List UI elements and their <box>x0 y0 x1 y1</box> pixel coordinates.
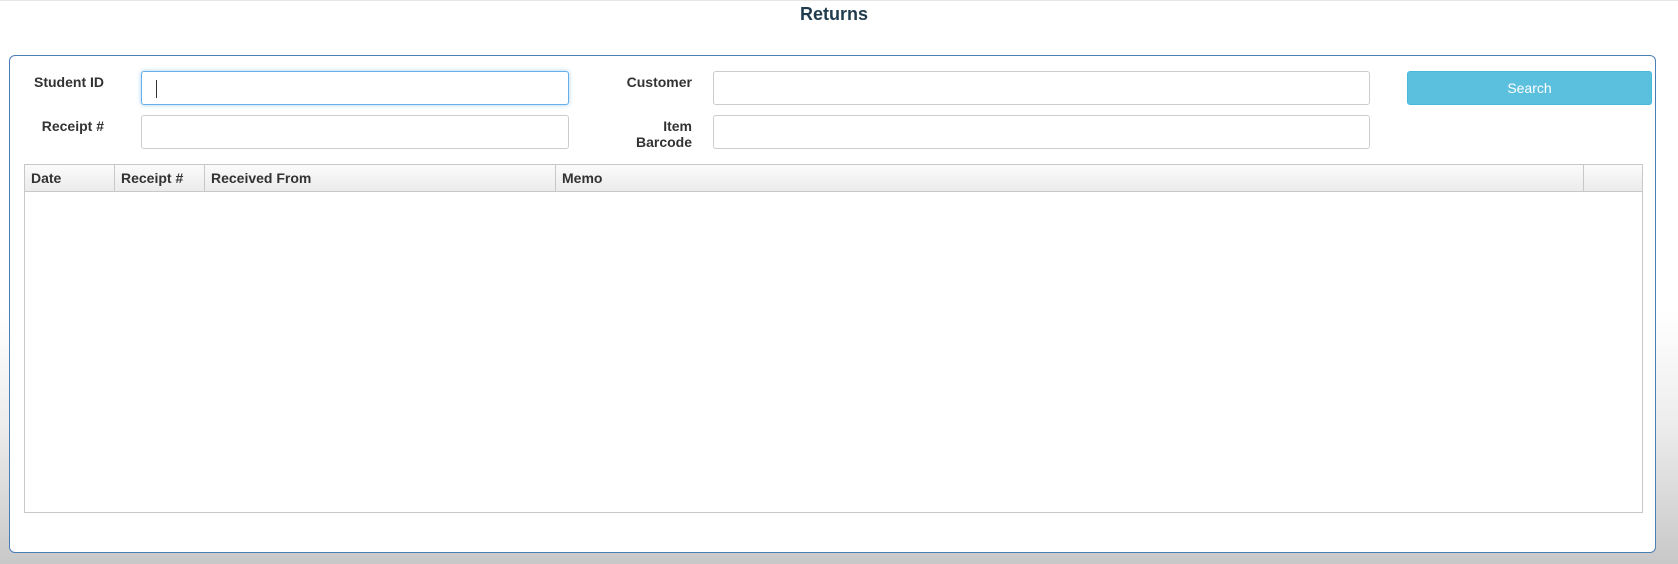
item-barcode-label-line2: Barcode <box>635 134 692 150</box>
student-id-input[interactable] <box>141 71 569 105</box>
returns-panel: Student ID Customer Search Receipt # Ite… <box>9 55 1656 553</box>
item-barcode-input[interactable] <box>713 115 1370 149</box>
student-id-label: Student ID <box>34 74 104 90</box>
item-barcode-label-line1: Item <box>663 118 692 134</box>
column-header-received-from[interactable]: Received From <box>205 165 556 191</box>
returns-grid[interactable]: Date Receipt # Received From Memo <box>24 164 1643 513</box>
receipt-input[interactable] <box>141 115 569 149</box>
top-divider <box>0 0 1678 1</box>
customer-label: Customer <box>626 74 692 90</box>
text-caret <box>156 80 157 98</box>
item-barcode-label: Item Barcode <box>600 118 692 150</box>
column-header-spacer <box>1584 165 1642 191</box>
grid-header: Date Receipt # Received From Memo <box>25 165 1642 192</box>
search-button[interactable]: Search <box>1407 71 1652 105</box>
column-header-receipt[interactable]: Receipt # <box>115 165 205 191</box>
receipt-label: Receipt # <box>41 118 104 134</box>
grid-body <box>25 192 1642 512</box>
column-header-memo[interactable]: Memo <box>556 165 1584 191</box>
page-title: Returns <box>799 4 868 24</box>
column-header-date[interactable]: Date <box>25 165 115 191</box>
customer-input[interactable] <box>713 71 1370 105</box>
